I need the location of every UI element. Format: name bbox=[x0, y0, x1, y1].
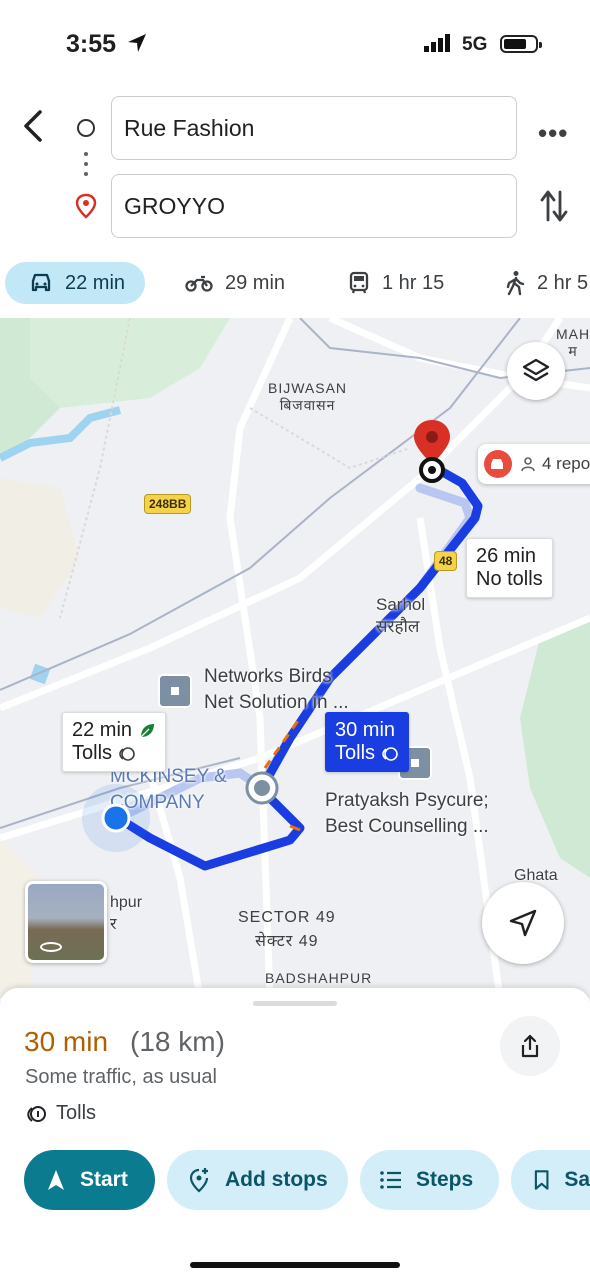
toll-icon bbox=[382, 746, 398, 761]
origin-circle-icon bbox=[77, 119, 95, 137]
home-indicator[interactable] bbox=[190, 1262, 400, 1268]
crash-icon bbox=[484, 450, 512, 478]
route-callout-no-tolls[interactable]: 26 min No tolls bbox=[466, 538, 553, 598]
toll-icon bbox=[27, 1105, 46, 1122]
traffic-report-chip[interactable]: 4 repo bbox=[478, 444, 590, 484]
callout-note: No tolls bbox=[476, 568, 543, 590]
destination-marker-icon[interactable] bbox=[410, 418, 454, 486]
mode-motorbike-label: 29 min bbox=[225, 271, 286, 294]
poi-networks-birds[interactable]: Networks Birds Net Solution in ... bbox=[204, 664, 349, 716]
tolls-info: Tolls bbox=[26, 1102, 96, 1125]
street-view-icon bbox=[40, 942, 62, 952]
location-arrow-icon bbox=[128, 34, 146, 52]
navigation-arrow-icon bbox=[509, 909, 537, 937]
label-sarhol: Sarhol सरहौल bbox=[376, 595, 426, 636]
add-stops-label: Add stops bbox=[225, 1168, 328, 1191]
mode-walk-label: 2 hr 5 bbox=[537, 271, 589, 294]
share-icon bbox=[521, 1034, 539, 1058]
save-label: Sa bbox=[564, 1168, 590, 1191]
save-button[interactable]: Sa bbox=[511, 1150, 590, 1210]
layers-button[interactable] bbox=[507, 342, 565, 400]
callout-time: 22 min bbox=[72, 719, 133, 741]
travel-mode-bar: 22 min 29 min 1 hr 15 2 hr 5 bbox=[0, 262, 590, 308]
map-view[interactable]: BIJWASAN बिजवासन MAH म Sarhol सरहौल SECTOR … bbox=[0, 318, 590, 998]
callout-note: Tolls bbox=[335, 742, 376, 764]
status-bar: 3:55 5G bbox=[0, 0, 590, 90]
toll-icon bbox=[119, 746, 135, 761]
destination-pin-icon bbox=[75, 193, 97, 219]
sheet-handle[interactable] bbox=[253, 1001, 337, 1006]
mode-drive-label: 22 min bbox=[65, 271, 126, 294]
callout-time: 26 min bbox=[476, 545, 537, 567]
start-button[interactable]: Start bbox=[24, 1150, 155, 1210]
route-dots-icon bbox=[84, 152, 88, 182]
action-buttons: Start Add stops Steps Sa bbox=[0, 1150, 590, 1212]
network-label: 5G bbox=[462, 34, 488, 55]
layers-icon bbox=[522, 358, 550, 382]
origin-input[interactable]: Rue Fashion bbox=[111, 96, 517, 160]
start-label: Start bbox=[80, 1168, 128, 1191]
report-count: 4 repo bbox=[542, 454, 590, 473]
list-icon bbox=[380, 1171, 401, 1189]
mode-drive[interactable]: 22 min bbox=[5, 262, 146, 304]
motorbike-icon bbox=[185, 275, 213, 292]
mode-transit-label: 1 hr 15 bbox=[382, 271, 445, 294]
steps-label: Steps bbox=[416, 1168, 474, 1191]
add-stops-button[interactable]: Add stops bbox=[167, 1150, 348, 1210]
route-callout-selected[interactable]: 30 min Tolls bbox=[325, 712, 410, 772]
route-duration: 30 min bbox=[24, 1026, 109, 1057]
route-summary-sheet: 30 min (18 km) Some traffic, as usual To… bbox=[0, 988, 590, 1280]
label-badshahpur: BADSHAHPUR bbox=[265, 970, 373, 986]
route-distance: (18 km) bbox=[130, 1026, 225, 1057]
highway-shield-48: 48 bbox=[434, 551, 458, 571]
callout-time: 30 min bbox=[335, 719, 396, 741]
origin-dot-icon bbox=[101, 803, 131, 833]
highway-shield-248bb: 248BB bbox=[144, 494, 192, 514]
poi-square-icon[interactable] bbox=[158, 674, 192, 708]
navigation-start-icon bbox=[48, 1170, 64, 1190]
street-view-thumbnail[interactable] bbox=[25, 881, 107, 963]
car-icon bbox=[31, 273, 51, 292]
traffic-status: Some traffic, as usual bbox=[25, 1066, 217, 1088]
route-callout-eco[interactable]: 22 min Tolls bbox=[62, 712, 167, 772]
destination-input[interactable]: GROYYO bbox=[111, 174, 517, 238]
mode-motorbike[interactable]: 29 min bbox=[185, 262, 285, 304]
share-button[interactable] bbox=[500, 1016, 560, 1076]
signal-icon bbox=[424, 34, 450, 52]
bookmark-icon bbox=[534, 1170, 549, 1190]
waypoint-marker-icon[interactable] bbox=[244, 770, 280, 806]
swap-icon[interactable] bbox=[540, 188, 568, 224]
transit-icon bbox=[349, 271, 369, 294]
add-location-icon bbox=[189, 1168, 209, 1193]
callout-note: Tolls bbox=[72, 742, 113, 764]
mode-walk[interactable]: 2 hr 5 bbox=[505, 262, 588, 304]
steps-button[interactable]: Steps bbox=[360, 1150, 499, 1210]
walk-icon bbox=[506, 271, 525, 296]
leaf-icon bbox=[140, 723, 155, 737]
label-hpur: hpur र bbox=[110, 894, 143, 933]
poi-pratyaksh[interactable]: Pratyaksh Psycure; Best Counselling ... bbox=[325, 788, 489, 840]
battery-icon bbox=[500, 35, 542, 53]
back-arrow-icon[interactable] bbox=[20, 108, 50, 144]
person-icon bbox=[521, 457, 535, 472]
my-location-button[interactable] bbox=[482, 882, 564, 964]
mode-transit[interactable]: 1 hr 15 bbox=[348, 262, 444, 304]
status-time: 3:55 bbox=[66, 30, 117, 58]
tolls-label: Tolls bbox=[56, 1102, 97, 1124]
label-sector-49: SECTOR 49 सेक्टर 49 bbox=[238, 909, 336, 950]
label-bijwasan: BIJWASAN बिजवासन bbox=[268, 380, 348, 413]
more-options-icon[interactable]: ••• bbox=[538, 118, 568, 149]
